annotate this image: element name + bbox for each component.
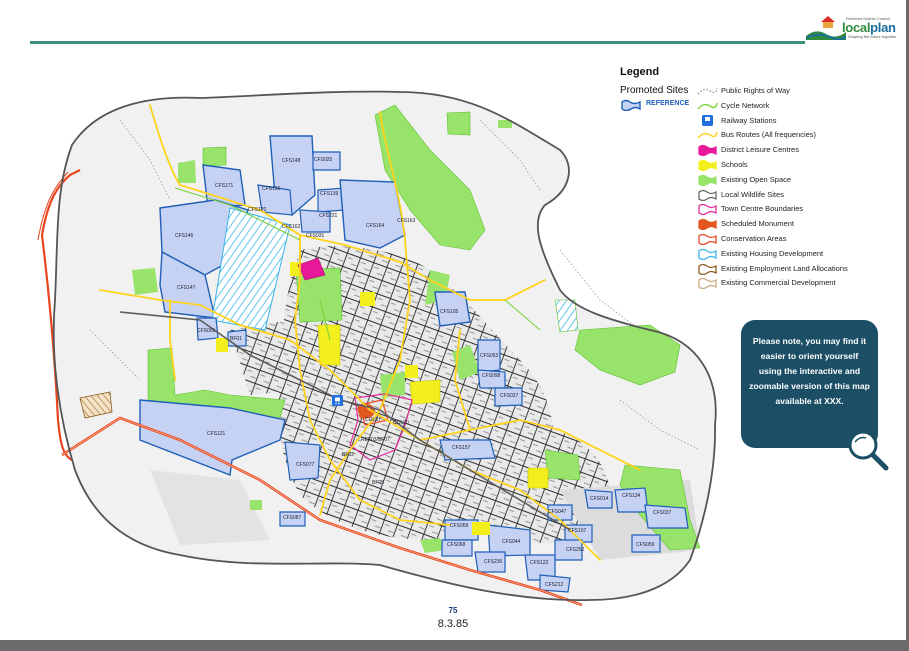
site-reference-label: CFS014 — [590, 496, 609, 502]
site-reference-label: CFS001 — [197, 328, 216, 334]
site-reference-label: CFS250 — [566, 547, 585, 553]
site-reference-label: CFS170 — [248, 207, 267, 213]
legend-swatch-icon — [698, 248, 717, 260]
promoted-sites-key: REFERENCE — [620, 99, 700, 111]
map-legend: Legend Promoted Sites REFERENCE Public R… — [616, 62, 886, 302]
legend-label: Existing Housing Development — [721, 248, 824, 258]
document-page: Rochford District Council localplan Shap… — [0, 0, 906, 640]
legend-label: Cycle Network — [721, 100, 770, 110]
site-reference-label: CFS031 — [306, 233, 325, 239]
site-reference-label: CFS105 — [440, 309, 459, 315]
legend-label: Railway Stations — [721, 115, 777, 125]
legend-label: Existing Employment Land Allocations — [721, 263, 848, 273]
legend-swatch-icon — [698, 263, 717, 275]
legend-swatch-icon — [698, 233, 717, 245]
legend-swatch-icon — [697, 87, 718, 95]
legend-swatch-icon — [698, 189, 717, 201]
legend-row: Town Centre Boundaries — [696, 202, 886, 217]
site-reference-label: REF03/BF07 — [361, 437, 390, 443]
site-reference-label: CFS163 — [397, 218, 416, 224]
magnifier-icon — [848, 430, 889, 471]
legend-row: Cycle Network — [696, 99, 886, 114]
legend-label: Town Centre Boundaries — [721, 204, 804, 214]
legend-label: Bus Routes (All frequencies) — [721, 130, 817, 140]
site-reference-label: CFS236 — [484, 559, 503, 565]
legend-row: Existing Employment Land Allocations — [696, 262, 886, 277]
site-reference-label: CFS059 — [636, 542, 655, 548]
site-reference-label: CFS053 — [480, 353, 499, 359]
legend-row: Schools — [696, 158, 886, 173]
interactive-map-note-text: Please note, you may find it easier to o… — [749, 336, 870, 406]
legend-label: Scheduled Monument — [721, 219, 794, 229]
promoted-sites-reference-label: REFERENCE — [646, 100, 690, 107]
site-reference-label: CFS121 — [207, 431, 226, 437]
legend-row: Bus Routes (All frequencies) — [696, 128, 886, 143]
legend-label: Local Wildlife Sites — [721, 189, 784, 199]
site-reference-label: CFS122 — [530, 560, 549, 566]
promoted-site-swatch-icon — [621, 99, 641, 111]
legend-swatch-icon — [702, 114, 713, 126]
legend-row: Conservation Areas — [696, 232, 886, 247]
legend-swatch-icon — [698, 159, 717, 171]
map-area — [37, 90, 717, 607]
legend-row: Existing Commercial Development — [696, 276, 886, 291]
site-reference-label: COL07 — [365, 417, 381, 423]
legend-label: District Leisure Centres — [721, 145, 799, 155]
site-reference-label: CFS107 — [568, 528, 587, 534]
site-reference-label: BF02 — [342, 452, 354, 458]
site-reference-label: CFS157 — [452, 445, 471, 451]
site-reference-label: CFS047 — [548, 509, 567, 515]
site-reference-label: COL20 — [393, 420, 409, 426]
site-reference-label: CFS037 — [653, 510, 672, 516]
legend-swatch-icon — [698, 204, 717, 216]
legend-row: Existing Open Space — [696, 173, 886, 188]
legend-swatch-icon — [698, 278, 717, 290]
legend-label: Existing Commercial Development — [721, 278, 836, 288]
legend-label: Public Rights of Way — [721, 86, 790, 95]
site-reference-label: CFS221 — [319, 213, 338, 219]
legend-row: Public Rights of Way — [696, 84, 886, 99]
site-reference-label: CFS162 — [282, 224, 301, 230]
section-number: 8.3.85 — [437, 618, 469, 630]
site-reference-label: CFS134 — [622, 493, 641, 499]
page-number: 75 — [448, 606, 458, 615]
legend-items: Public Rights of Way Cycle Network Railway… — [696, 84, 886, 291]
site-reference-label: CFS171 — [215, 183, 234, 189]
site-reference-label: BF05 — [372, 480, 384, 486]
site-reference-label: CFS146 — [175, 233, 194, 239]
legend-swatch-icon — [698, 219, 717, 231]
site-reference-label: CFS077 — [296, 462, 315, 468]
legend-row: Railway Stations — [696, 114, 886, 129]
legend-row: Scheduled Monument — [696, 217, 886, 232]
site-reference-label: CFS087 — [283, 515, 302, 521]
site-reference-label: CFS164 — [366, 223, 385, 229]
site-reference-label: CFS098 — [482, 373, 501, 379]
railway-station-icon — [332, 395, 343, 406]
site-reference-label: CFS147 — [177, 285, 196, 291]
site-reference-label: CFS025 — [314, 157, 333, 163]
site-reference-label: CFS148 — [282, 158, 301, 164]
promoted-sites-title: Promoted Sites — [620, 85, 689, 96]
site-reference-label: CFS027 — [500, 393, 519, 399]
legend-row: District Leisure Centres — [696, 143, 886, 158]
legend-swatch-icon — [698, 145, 717, 157]
legend-swatch-icon — [697, 132, 718, 139]
site-reference-label: CFS136 — [262, 186, 281, 192]
legend-swatch-icon — [698, 174, 717, 186]
legend-label: Conservation Areas — [721, 233, 787, 243]
legend-swatch-icon — [697, 102, 718, 110]
site-reference-label: CFS069 — [450, 523, 469, 529]
site-reference-label: CFS139 — [320, 191, 339, 197]
legend-label: Existing Open Space — [721, 174, 792, 184]
site-reference-label: BF01 — [230, 336, 242, 342]
site-reference-label: CFS068 — [447, 542, 466, 548]
site-reference-label: CFS212 — [545, 582, 564, 588]
legend-title: Legend — [620, 66, 660, 78]
legend-row: Existing Housing Development — [696, 247, 886, 262]
legend-label: Schools — [721, 159, 748, 169]
site-reference-label: CFS044 — [502, 539, 521, 545]
legend-row: Local Wildlife Sites — [696, 188, 886, 203]
